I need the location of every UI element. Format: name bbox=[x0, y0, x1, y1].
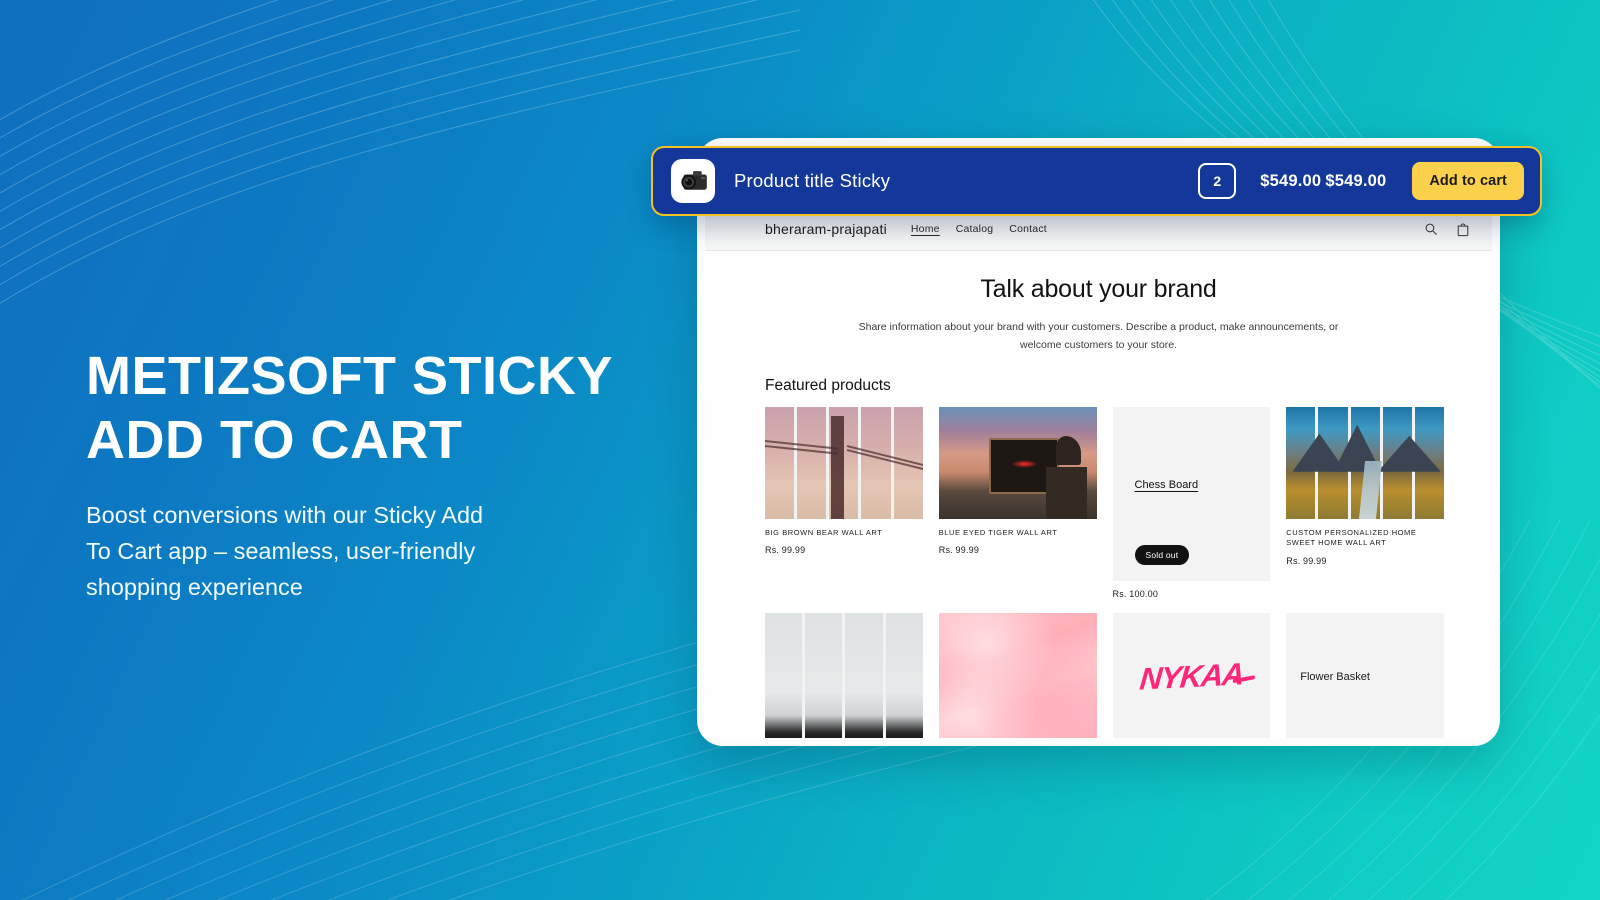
nav-link-home[interactable]: Home bbox=[911, 223, 940, 235]
product-grid-row-1: BIG BROWN BEAR WALL ART Rs. 99.99 BLUE E… bbox=[705, 406, 1492, 599]
product-grid-row-2: CUSTOM VERTICAL WALL ART NYKAA Flower Ba… bbox=[705, 612, 1492, 738]
wall-art-panels bbox=[1286, 406, 1444, 519]
store-brand: bheraram-prajapati bbox=[765, 221, 887, 237]
product-title[interactable]: Chess Board bbox=[1135, 479, 1199, 491]
quantity-stepper[interactable]: 2 bbox=[1198, 163, 1237, 199]
product-image-parasail bbox=[765, 612, 923, 738]
camera-icon bbox=[681, 171, 707, 190]
product-card[interactable]: CUSTOM VERTICAL WALL ART bbox=[765, 612, 923, 738]
bridge-tower bbox=[831, 415, 845, 519]
wall-art-panels bbox=[765, 612, 923, 738]
product-card[interactable]: Chess Board Sold out Rs. 100.00 bbox=[1112, 406, 1271, 599]
product-card[interactable]: CUSTOM PERSONALIZED HOME SWEET HOME WALL… bbox=[1286, 406, 1444, 599]
product-price: Rs. 99.99 bbox=[938, 545, 980, 556]
hero-title: Talk about your brand bbox=[980, 275, 1217, 303]
sticky-product-title: Product title Sticky bbox=[734, 170, 891, 191]
product-image-bridge bbox=[765, 406, 923, 519]
product-image-tiger bbox=[938, 406, 1097, 519]
price-compare: $549.00 bbox=[1260, 171, 1322, 190]
promo-banner: METIZSOFT STICKY ADD TO CART Boost conve… bbox=[0, 0, 1600, 900]
product-title: CUSTOM PERSONALIZED HOME SWEET HOME WALL… bbox=[1286, 527, 1417, 548]
product-image-mountains bbox=[1286, 406, 1444, 519]
product-image-pink-marble bbox=[938, 612, 1097, 738]
product-title: BIG BROWN BEAR WALL ART bbox=[765, 527, 883, 537]
price-current: $549.00 bbox=[1325, 171, 1387, 190]
product-card[interactable]: NYKAA bbox=[1112, 612, 1271, 738]
featured-products-heading: Featured products bbox=[765, 376, 891, 394]
nav-link-contact[interactable]: Contact bbox=[1009, 223, 1047, 235]
product-title: Flower Basket bbox=[1300, 670, 1370, 683]
product-thumbnail[interactable] bbox=[671, 159, 715, 203]
nav-link-catalog[interactable]: Catalog bbox=[956, 223, 994, 235]
sticky-bar-controls: 2 $549.00 $549.00 Add to cart bbox=[1198, 162, 1524, 200]
search-icon[interactable] bbox=[1424, 222, 1438, 236]
statue-plinth bbox=[1046, 467, 1088, 519]
promo-copy: METIZSOFT STICKY ADD TO CART Boost conve… bbox=[86, 345, 706, 606]
add-to-cart-button[interactable]: Add to cart bbox=[1412, 162, 1524, 200]
product-card[interactable]: BIG BROWN BEAR WALL ART Rs. 99.99 bbox=[765, 406, 923, 599]
store-header-icons bbox=[1424, 222, 1470, 237]
store-hero: Talk about your brand Share information … bbox=[705, 251, 1492, 363]
status-badge: Sold out bbox=[1134, 544, 1190, 565]
price-display: $549.00 $549.00 bbox=[1260, 172, 1386, 191]
storefront-viewport: bheraram-prajapati Home Catalog Contact bbox=[705, 208, 1492, 738]
cart-icon[interactable] bbox=[1456, 222, 1470, 237]
product-title: BLUE EYED TIGER WALL ART bbox=[938, 527, 1058, 537]
product-image-nykaa: NYKAA bbox=[1112, 612, 1271, 738]
sticky-add-to-cart-bar: Product title Sticky 2 $549.00 $549.00 Ad… bbox=[651, 146, 1542, 216]
product-card[interactable]: Flower Basket bbox=[1286, 612, 1444, 738]
product-price: Rs. 99.99 bbox=[765, 545, 806, 556]
nykaa-logo: NYKAA bbox=[1138, 656, 1245, 697]
product-card[interactable] bbox=[938, 612, 1097, 738]
hero-body: Share information about your brand with … bbox=[858, 321, 1339, 352]
page-title: METIZSOFT STICKY ADD TO CART bbox=[86, 346, 613, 470]
lion-statue bbox=[1055, 435, 1081, 465]
product-price: Rs. 100.00 bbox=[1112, 588, 1159, 599]
store-nav: Home Catalog Contact bbox=[911, 223, 1047, 235]
product-card[interactable]: BLUE EYED TIGER WALL ART Rs. 99.99 bbox=[938, 406, 1097, 599]
storefront-mockup: bheraram-prajapati Home Catalog Contact bbox=[697, 138, 1500, 746]
product-image-placeholder: Chess Board Sold out bbox=[1112, 406, 1271, 581]
promo-subtitle: Boost conversions with our Sticky Add To… bbox=[86, 502, 484, 601]
product-image-placeholder: Flower Basket bbox=[1286, 612, 1444, 738]
product-price: Rs. 99.99 bbox=[1286, 555, 1327, 566]
